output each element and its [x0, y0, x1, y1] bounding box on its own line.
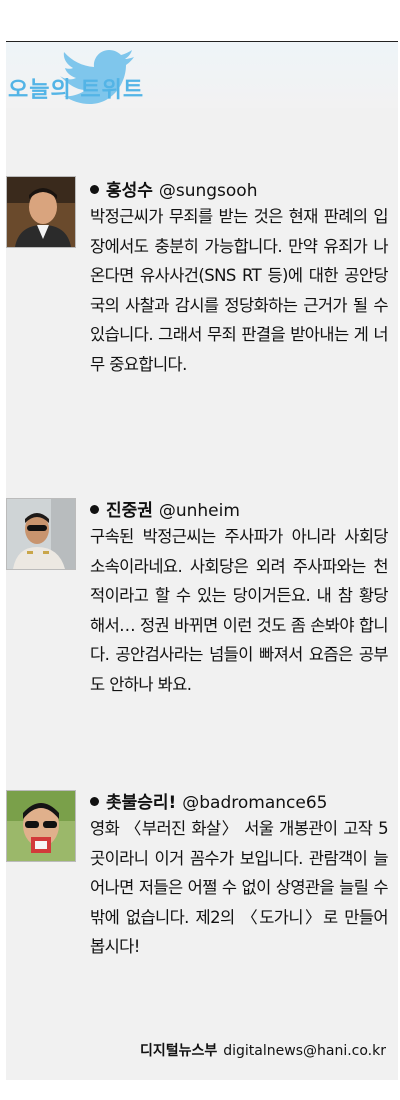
- author-handle[interactable]: @sungsooh: [159, 181, 258, 201]
- avatar: [6, 498, 76, 570]
- bullet-icon: [90, 184, 99, 194]
- byline-dept: 디지털뉴스부: [139, 1043, 218, 1059]
- tweet-text: 박정근씨가 무죄를 받는 것은 현재 판례의 입장에서도 충분히 가능합니다. …: [90, 207, 389, 374]
- tweet-panel: 홍성수 @sungsooh 박정근씨가 무죄를 받는 것은 현재 판례의 입장에…: [6, 108, 398, 1080]
- page-title: 오늘의 트위트: [8, 78, 145, 103]
- bullet-icon: [90, 796, 99, 806]
- tweet-author: 촛불승리! @badromance65: [90, 788, 327, 813]
- tweet-author: 진중권 @unheim: [90, 496, 240, 521]
- avatar: [6, 790, 76, 862]
- byline-email[interactable]: digitalnews@hani.co.kr: [223, 1043, 386, 1059]
- author-name: 촛불승리!: [106, 793, 177, 813]
- author-name: 진중권: [106, 501, 153, 521]
- author-handle[interactable]: @unheim: [159, 501, 240, 521]
- tweet-column: 오늘의 트위트 홍성수 @sungsooh 박정근씨가 무죄를 받는 것은 현재…: [0, 0, 400, 1100]
- byline: 디지털뉴스부 digitalnews@hani.co.kr: [140, 1040, 386, 1060]
- tweet-text: 구속된 박정근씨는 주사파가 아니라 사회당 소속이라네요. 사회당은 외려 주…: [90, 527, 389, 694]
- avatar: [6, 176, 76, 248]
- author-handle[interactable]: @badromance65: [182, 793, 327, 813]
- bullet-icon: [90, 504, 99, 514]
- author-name: 홍성수: [106, 181, 153, 201]
- tweet-author: 홍성수 @sungsooh: [90, 176, 257, 201]
- tweet-text: 영화 〈부러진 화살〉 서울 개봉관이 고작 5곳이라니 이거 꼼수가 보입니다…: [90, 819, 389, 956]
